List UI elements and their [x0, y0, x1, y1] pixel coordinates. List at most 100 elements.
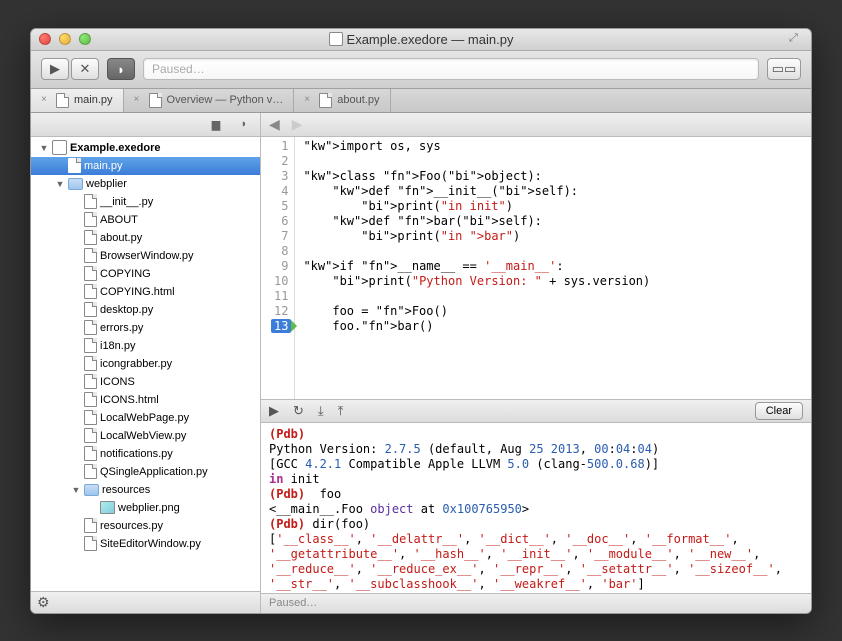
tree-item-label: webplier.png: [118, 502, 180, 514]
breakpoint-toggle-button[interactable]: ◗: [107, 58, 135, 80]
window-title: Example.exedore — main.py: [31, 32, 811, 47]
folder-icon: [84, 484, 99, 496]
tree-item-label: __init__.py: [100, 196, 153, 208]
file-icon: [56, 93, 69, 108]
clear-button[interactable]: Clear: [755, 402, 803, 420]
tree-item[interactable]: resources.py: [31, 517, 260, 535]
file-icon: [84, 374, 97, 389]
window-minimize-button[interactable]: [59, 33, 71, 45]
step-out-button[interactable]: ⤒: [338, 403, 344, 419]
tree-item[interactable]: i18n.py: [31, 337, 260, 355]
tree-root[interactable]: ▼Example.exedore: [31, 139, 260, 157]
file-icon: [84, 410, 97, 425]
window-close-button[interactable]: [39, 33, 51, 45]
fullscreen-icon[interactable]: ⤢: [789, 32, 803, 46]
tree-item[interactable]: main.py: [31, 157, 260, 175]
disclosure-icon[interactable]: ▼: [71, 485, 81, 495]
step-in-button[interactable]: ⤓: [318, 403, 324, 419]
tree-item-label: ICONS: [100, 376, 135, 388]
nav-back-button[interactable]: ◀: [269, 116, 280, 133]
tab-close-icon[interactable]: ×: [134, 95, 144, 105]
file-icon: [84, 428, 97, 443]
folder-icon: [68, 178, 83, 190]
tab-label: about.py: [337, 94, 379, 106]
debug-console[interactable]: (Pdb) Python Version: 2.7.5 (default, Au…: [261, 423, 811, 593]
tab-2[interactable]: × about.py: [294, 89, 390, 112]
file-icon: [84, 230, 97, 245]
project-sidebar: ▆ ◗ ▼Example.exedore main.py ▼webplier __in…: [31, 113, 261, 613]
tree-item-label: ABOUT: [100, 214, 138, 226]
tree-item-label: about.py: [100, 232, 142, 244]
tab-0[interactable]: × main.py: [31, 89, 124, 112]
file-icon: [319, 93, 332, 108]
image-icon: [100, 501, 115, 514]
disclosure-icon[interactable]: ▼: [39, 143, 49, 153]
main-toolbar: ▶ ✕ ◗ Paused… ▭▭: [31, 51, 811, 89]
tree-item[interactable]: QSingleApplication.py: [31, 463, 260, 481]
tree-item[interactable]: ▼webplier: [31, 175, 260, 193]
file-icon: [84, 284, 97, 299]
tree-item-label: i18n.py: [100, 340, 135, 352]
folder-icon[interactable]: ▆: [204, 115, 228, 133]
status-field[interactable]: Paused…: [143, 58, 759, 80]
tree-item-label: COPYING: [100, 268, 151, 280]
tree-item-label: QSingleApplication.py: [100, 466, 208, 478]
status-bar: Paused…: [261, 593, 811, 613]
source-text[interactable]: "kw">import os, sys "kw">class "fn">Foo(…: [295, 137, 658, 399]
tag-icon[interactable]: ◗: [232, 115, 256, 133]
file-tree[interactable]: ▼Example.exedore main.py ▼webplier __init__…: [31, 137, 260, 591]
tree-item[interactable]: BrowserWindow.py: [31, 247, 260, 265]
code-editor[interactable]: 12345678910111213 "kw">import os, sys "k…: [261, 137, 811, 399]
tree-item[interactable]: ICONS: [31, 373, 260, 391]
tree-item[interactable]: SiteEditorWindow.py: [31, 535, 260, 553]
tab-close-icon[interactable]: ×: [304, 95, 314, 105]
file-icon: [84, 518, 97, 533]
window-zoom-button[interactable]: [79, 33, 91, 45]
tree-item[interactable]: LocalWebView.py: [31, 427, 260, 445]
tree-item[interactable]: COPYING.html: [31, 283, 260, 301]
main-area: ▆ ◗ ▼Example.exedore main.py ▼webplier __in…: [31, 113, 811, 613]
tree-item[interactable]: desktop.py: [31, 301, 260, 319]
tree-item[interactable]: COPYING: [31, 265, 260, 283]
tree-item[interactable]: icongrabber.py: [31, 355, 260, 373]
tab-label: main.py: [74, 94, 113, 106]
nav-forward-button[interactable]: ▶: [292, 116, 303, 133]
sidebar-toolbar: ▆ ◗: [31, 113, 260, 137]
line-gutter[interactable]: 12345678910111213: [261, 137, 295, 399]
stop-button[interactable]: ✕: [71, 58, 99, 80]
tree-item[interactable]: notifications.py: [31, 445, 260, 463]
tree-item-label: LocalWebView.py: [100, 430, 186, 442]
tree-item-label: resources.py: [100, 520, 163, 532]
disclosure-icon[interactable]: ▼: [55, 179, 65, 189]
tree-item-label: icongrabber.py: [100, 358, 172, 370]
step-over-button[interactable]: ↻: [293, 403, 304, 419]
tree-item[interactable]: webplier.png: [31, 499, 260, 517]
tab-1[interactable]: ×Overview — Python v…: [124, 89, 295, 112]
tree-item-label: notifications.py: [100, 448, 173, 460]
file-icon: [84, 392, 97, 407]
tree-item[interactable]: about.py: [31, 229, 260, 247]
file-icon: [84, 320, 97, 335]
file-icon: [84, 302, 97, 317]
editor-area: ◀ ▶ 12345678910111213 "kw">import os, sy…: [261, 113, 811, 613]
tree-item[interactable]: ICONS.html: [31, 391, 260, 409]
project-icon: [52, 140, 67, 155]
file-icon: [84, 194, 97, 209]
run-button[interactable]: ▶: [41, 58, 69, 80]
titlebar: Example.exedore — main.py ⤢: [31, 29, 811, 51]
app-window: Example.exedore — main.py ⤢ ▶ ✕ ◗ Paused…: [30, 28, 812, 614]
library-button[interactable]: ▭▭: [767, 58, 801, 80]
tree-item[interactable]: ABOUT: [31, 211, 260, 229]
editor-nav: ◀ ▶: [261, 113, 811, 137]
tab-close-icon[interactable]: ×: [41, 95, 51, 105]
tree-item-label: SiteEditorWindow.py: [100, 538, 201, 550]
gear-icon[interactable]: ⚙: [37, 594, 50, 611]
tree-item[interactable]: LocalWebPage.py: [31, 409, 260, 427]
tree-item[interactable]: errors.py: [31, 319, 260, 337]
file-icon: [68, 158, 81, 173]
tree-item-label: main.py: [84, 160, 123, 172]
tree-item[interactable]: __init__.py: [31, 193, 260, 211]
document-icon: [329, 32, 343, 46]
continue-button[interactable]: ▶: [269, 403, 279, 419]
tree-item[interactable]: ▼resources: [31, 481, 260, 499]
